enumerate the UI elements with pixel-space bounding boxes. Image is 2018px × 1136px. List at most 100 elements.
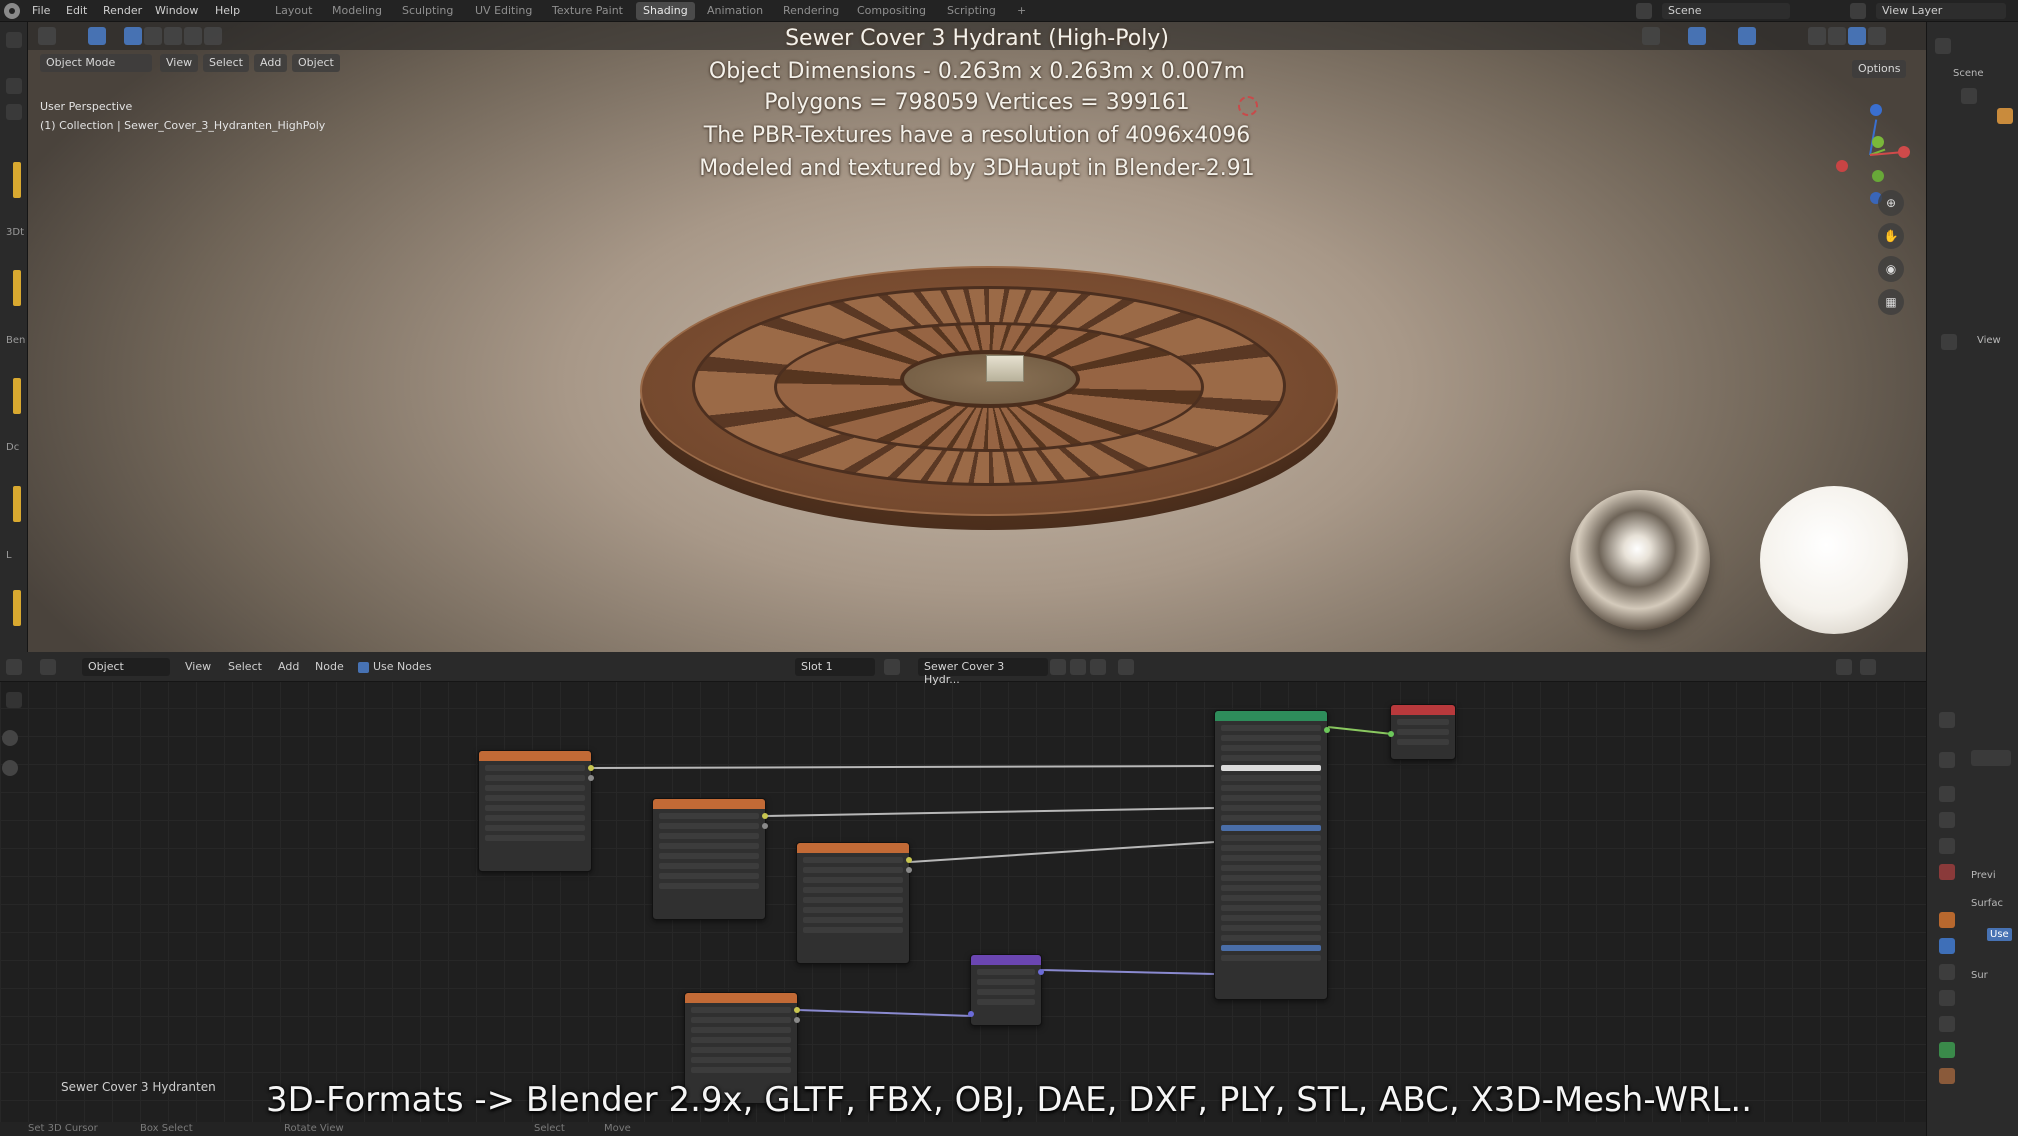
outliner-icon[interactable] [1935,38,1951,54]
editor-type-icon[interactable] [6,659,22,675]
bsdf-output-socket[interactable] [1324,727,1330,733]
node-tool-3-icon[interactable] [2,760,18,776]
menu-render[interactable]: Render [103,4,142,17]
editor-type-icon[interactable] [6,78,22,94]
tab-animation[interactable]: Animation [700,2,770,20]
image-texture-node-basecolor[interactable] [478,750,594,872]
gizmo-neg-y-icon[interactable] [1872,170,1884,182]
modifier-wrench-icon[interactable] [1939,938,1955,954]
tab-layout[interactable]: Layout [268,2,319,20]
collection-icon[interactable] [1961,88,1977,104]
image-texture-node-metallic[interactable] [652,798,768,920]
view-layer-icon[interactable] [1850,3,1866,19]
image-editor-icon[interactable] [1941,334,1957,350]
properties-editor-icon[interactable] [1939,712,1955,728]
tool-properties-icon[interactable] [1939,752,1955,768]
output-socket[interactable] [906,857,912,863]
tab-shading[interactable]: Shading [636,2,695,20]
object-mesh-icon[interactable] [1997,108,2013,124]
node-menu-add[interactable]: Add [278,660,299,673]
image-thumbnail-3[interactable] [13,378,21,414]
3d-cursor-icon[interactable] [1238,96,1258,116]
node-tool-1-icon[interactable] [6,692,22,708]
surface-input-socket[interactable] [1388,731,1394,737]
add-workspace-button[interactable]: + [1010,2,1033,20]
ortho-grid-icon[interactable]: ▦ [1878,289,1904,315]
material-name-field[interactable]: Sewer Cover 3 Hydr... [918,658,1048,686]
normal-map-node[interactable] [968,954,1044,1026]
output-socket[interactable] [1038,969,1044,975]
tab-scripting[interactable]: Scripting [940,2,1003,20]
output-properties-icon[interactable] [1939,812,1955,828]
menu-window[interactable]: Window [155,4,198,17]
node-menu-node[interactable]: Node [315,660,344,673]
object-properties-icon[interactable] [1939,912,1955,928]
pin-icon[interactable] [1118,659,1134,675]
image-thumbnail-2[interactable] [13,270,21,306]
render-properties-icon[interactable] [1939,786,1955,802]
principled-bsdf-node[interactable] [1214,710,1330,1000]
input-socket[interactable] [968,1011,974,1017]
fake-user-shield-icon[interactable] [1050,659,1066,675]
particles-icon[interactable] [1939,964,1955,980]
unlink-material-close-icon[interactable] [1090,659,1106,675]
navigation-gizmo[interactable] [1828,102,1918,212]
material-slot-field[interactable] [1971,750,2011,766]
camera-view-icon[interactable]: ◉ [1878,256,1904,282]
object-data-icon[interactable] [1939,1042,1955,1058]
tab-sculpting[interactable]: Sculpting [395,2,460,20]
duplicate-material-icon[interactable] [1070,659,1086,675]
output-socket[interactable] [762,823,768,829]
node-menu-select[interactable]: Select [228,660,262,673]
tab-rendering[interactable]: Rendering [776,2,846,20]
use-nodes-checkbox[interactable] [358,662,369,673]
snap-icon[interactable] [1860,659,1876,675]
menu-file[interactable]: File [32,4,50,17]
tab-uv-editing[interactable]: UV Editing [468,2,539,20]
zoom-icon[interactable]: ⊕ [1878,190,1904,216]
gizmo-x-icon[interactable] [1898,146,1910,158]
output-socket[interactable] [794,1007,800,1013]
menu-edit[interactable]: Edit [66,4,87,17]
image-thumbnail-4[interactable] [13,486,21,522]
output-socket[interactable] [588,775,594,781]
shader-type-icon[interactable] [40,659,56,675]
material-browse-icon[interactable] [884,659,900,675]
object-shader-dropdown[interactable]: Object [82,658,170,676]
image-texture-node-roughness[interactable] [796,842,912,964]
parent-node-tree-icon[interactable] [1836,659,1852,675]
surface-panel-label[interactable]: Surfac [1971,898,2003,909]
output-socket[interactable] [762,813,768,819]
shader-node-editor[interactable]: Object View Select Add Node Use Nodes Sl… [0,652,1926,1136]
tab-modeling[interactable]: Modeling [325,2,389,20]
image-thumbnail-1[interactable] [13,162,21,198]
file-browser-icon[interactable] [6,32,22,48]
use-nodes-button[interactable]: Use [1987,928,2012,941]
preview-panel-label[interactable]: Previ [1971,870,1996,881]
constraints-icon[interactable] [1939,1016,1955,1032]
scene-icon[interactable] [1636,3,1652,19]
material-output-node[interactable] [1388,704,1456,760]
output-socket[interactable] [906,867,912,873]
image-thumbnail-5[interactable] [13,590,21,626]
blender-logo-icon[interactable] [4,3,20,19]
search-icon[interactable] [6,104,22,120]
gizmo-y-icon[interactable] [1872,136,1884,148]
scene-selector[interactable]: Scene [1662,3,1790,19]
3d-viewport[interactable]: Options Options Object Mode View Select … [28,22,1926,652]
output-socket[interactable] [588,765,594,771]
view-layer-properties-icon[interactable] [1939,838,1955,854]
node-menu-view[interactable]: View [185,660,211,673]
menu-help[interactable]: Help [215,4,240,17]
view-menu-label[interactable]: View [1977,335,2001,346]
pan-hand-icon[interactable]: ✋ [1878,223,1904,249]
tab-texture-paint[interactable]: Texture Paint [545,2,630,20]
output-socket[interactable] [794,1017,800,1023]
material-slot-dropdown[interactable]: Slot 1 [795,658,875,676]
physics-icon[interactable] [1939,990,1955,1006]
tab-compositing[interactable]: Compositing [850,2,933,20]
gizmo-neg-x-icon[interactable] [1836,160,1848,172]
gizmo-z-icon[interactable] [1870,104,1882,116]
node-tool-2-icon[interactable] [2,730,18,746]
scene-properties-icon[interactable] [1939,864,1955,880]
